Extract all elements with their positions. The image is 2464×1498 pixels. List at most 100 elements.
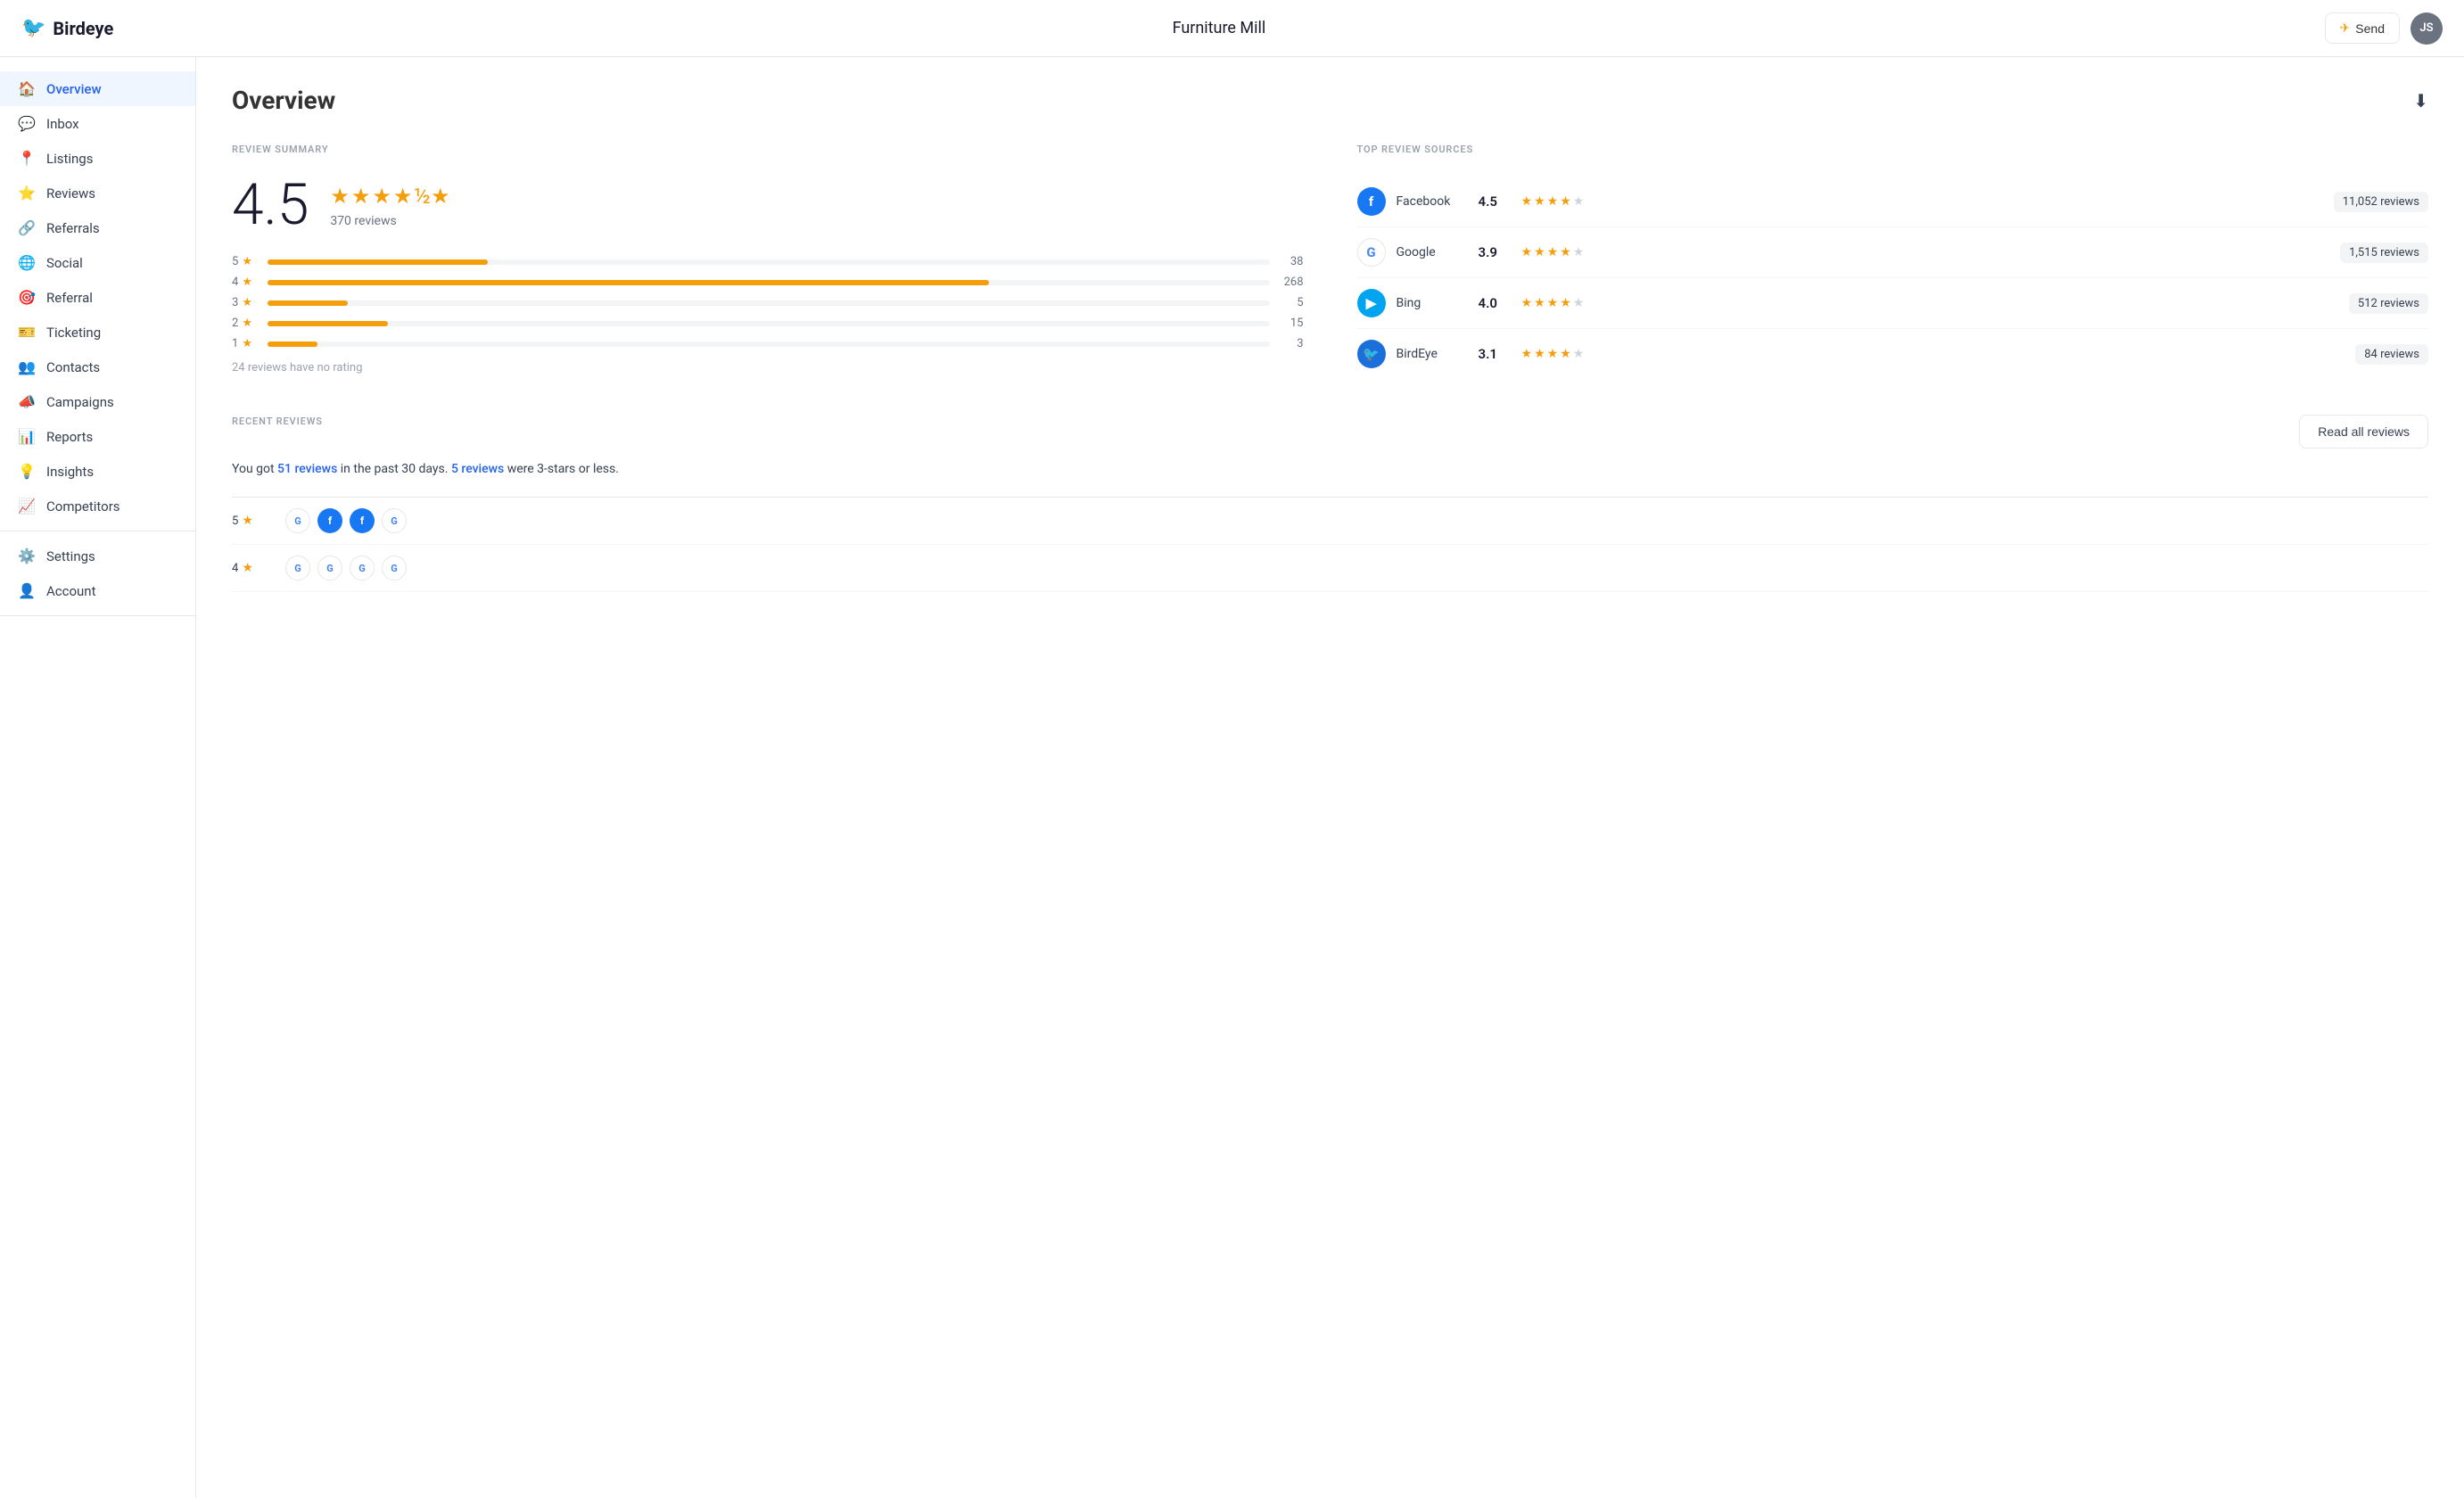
summary-suffix: were 3-stars or less. (504, 462, 619, 476)
rating-right: ★ ★ ★ ★ ½★ 370 reviews (330, 177, 449, 228)
bar-label-2: 2 ★ (232, 317, 260, 330)
page-title: Overview (232, 86, 335, 115)
sidebar-icon-insights: 💡 (18, 463, 36, 480)
chip-google: G (317, 556, 342, 580)
bar-row-3: 3 ★ 5 (232, 296, 1304, 309)
download-icon[interactable]: ⬇ (2413, 90, 2428, 111)
recent-reviews-section: RECENT REVIEWS Read all reviews You got … (232, 415, 2428, 592)
source-star-birdeye-2: ★ (1547, 347, 1559, 361)
source-review-count-birdeye: 84 reviews (2355, 344, 2428, 365)
review-summary-label: REVIEW SUMMARY (232, 144, 1304, 155)
body-layout: 🏠 Overview 💬 Inbox 📍 Listings ⭐ Reviews … (0, 57, 2464, 1498)
sidebar-icon-reports: 📊 (18, 428, 36, 445)
sidebar-item-settings[interactable]: ⚙️ Settings (0, 539, 195, 573)
birdeye-logo-icon: 🐦 (21, 17, 45, 39)
chip-google: G (350, 556, 375, 580)
source-logo-birdeye: 🐦 (1357, 340, 1386, 368)
sidebar-icon-campaigns: 📣 (18, 393, 36, 410)
timeline-star-col: 4 ★ (232, 561, 285, 575)
source-review-count-google: 1,515 reviews (2340, 243, 2428, 263)
main-content: Overview ⬇ REVIEW SUMMARY 4.5 ★ ★ ★ ★ ½★ (196, 57, 2464, 1498)
bar-label-4: 4 ★ (232, 276, 260, 289)
total-reviews-link[interactable]: 51 reviews (277, 462, 337, 476)
sidebar-icon-settings: ⚙️ (18, 547, 36, 564)
source-row-birdeye: 🐦 BirdEye 3.1 ★★★★★ 84 reviews (1357, 329, 2429, 379)
sidebar-item-listings[interactable]: 📍 Listings (0, 141, 195, 176)
chip-google: G (382, 508, 407, 533)
sidebar-label-referrals: Referrals (46, 220, 100, 236)
chip-facebook: f (350, 508, 375, 533)
timeline-star-col: 5 ★ (232, 514, 285, 528)
source-logo-bing: ▶ (1357, 289, 1386, 317)
source-star-google-2: ★ (1547, 245, 1559, 259)
bar-track-5 (268, 259, 1270, 265)
bar-count-4: 268 (1277, 276, 1304, 289)
review-count: 370 reviews (330, 214, 449, 228)
sidebar-icon-overview: 🏠 (18, 80, 36, 97)
source-stars-birdeye: ★★★★★ (1521, 347, 1602, 361)
logo-text: Birdeye (53, 18, 113, 39)
overall-stars: ★ ★ ★ ★ ½★ (330, 184, 449, 209)
source-star-birdeye-1: ★ (1534, 347, 1545, 361)
source-rating-birdeye: 3.1 (1479, 346, 1511, 362)
sidebar-item-referrals[interactable]: 🔗 Referrals (0, 210, 195, 245)
sidebar-item-overview[interactable]: 🏠 Overview (0, 71, 195, 106)
avatar[interactable]: JS (2410, 12, 2443, 45)
source-star-google-4: ★ (1573, 245, 1585, 259)
recent-reviews-summary: You got 51 reviews in the past 30 days. … (232, 459, 2428, 479)
logo-area: 🐦 Birdeye (21, 17, 113, 39)
read-all-reviews-button[interactable]: Read all reviews (2299, 415, 2428, 449)
source-star-bing-1: ★ (1534, 296, 1545, 310)
source-star-birdeye-4: ★ (1573, 347, 1585, 361)
sidebar-item-competitors[interactable]: 📈 Competitors (0, 489, 195, 523)
bar-count-1: 3 (1277, 337, 1304, 350)
sidebar-label-reviews: Reviews (46, 185, 95, 202)
bar-rows: 5 ★ 38 4 ★ 268 3 ★ 5 2 ★ 15 1 ★ (232, 255, 1304, 350)
sidebar-icon-contacts: 👥 (18, 358, 36, 375)
sidebar-item-reports[interactable]: 📊 Reports (0, 419, 195, 454)
timeline-star: ★ (242, 514, 253, 528)
low-reviews-link[interactable]: 5 reviews (451, 462, 504, 476)
sidebar-item-account[interactable]: 👤 Account (0, 573, 195, 608)
sidebar-icon-listings: 📍 (18, 150, 36, 167)
sidebar-label-listings: Listings (46, 151, 93, 167)
timeline-row-star-5: 5 ★ GffG (232, 498, 2428, 545)
bar-row-2: 2 ★ 15 (232, 317, 1304, 330)
sidebar-item-reviews[interactable]: ⭐ Reviews (0, 176, 195, 210)
source-star-birdeye-3: ★ (1560, 347, 1571, 361)
bar-fill-1 (268, 342, 317, 347)
source-stars-facebook: ★★★★★ (1521, 194, 1602, 209)
chip-google: G (382, 556, 407, 580)
source-stars-google: ★★★★★ (1521, 245, 1602, 259)
page-header: Overview ⬇ (232, 86, 2428, 115)
sidebar-icon-referrals: 🔗 (18, 219, 36, 236)
source-stars-bing: ★★★★★ (1521, 296, 1602, 310)
bar-label-3: 3 ★ (232, 296, 260, 309)
sidebar-item-inbox[interactable]: 💬 Inbox (0, 106, 195, 141)
source-rating-google: 3.9 (1479, 244, 1511, 260)
source-rating-facebook: 4.5 (1479, 193, 1511, 210)
sidebar-item-referral[interactable]: 🎯 Referral (0, 280, 195, 315)
send-button[interactable]: ✈ Send (2325, 12, 2400, 44)
send-label: Send (2355, 21, 2385, 36)
sidebar-item-insights[interactable]: 💡 Insights (0, 454, 195, 489)
source-star-bing-4: ★ (1573, 296, 1585, 310)
bar-count-5: 38 (1277, 255, 1304, 268)
sidebar-item-social[interactable]: 🌐 Social (0, 245, 195, 280)
bar-track-4 (268, 280, 1270, 285)
sidebar-item-ticketing[interactable]: 🎫 Ticketing (0, 315, 195, 350)
sidebar-icon-social: 🌐 (18, 254, 36, 271)
sidebar-label-reports: Reports (46, 429, 93, 445)
sidebar-icon-referral: 🎯 (18, 289, 36, 306)
sidebar-item-contacts[interactable]: 👥 Contacts (0, 350, 195, 384)
source-name-birdeye: BirdEye (1397, 347, 1468, 361)
star-4: ★ (393, 184, 413, 209)
source-name-google: Google (1397, 245, 1468, 259)
top-sources-label: TOP REVIEW SOURCES (1357, 144, 2429, 155)
sidebar-icon-account: 👤 (18, 582, 36, 599)
timeline-sources: GGGG (285, 556, 2428, 580)
sidebar-item-campaigns[interactable]: 📣 Campaigns (0, 384, 195, 419)
bar-row-5: 5 ★ 38 (232, 255, 1304, 268)
source-star-facebook-3: ★ (1560, 194, 1571, 209)
sidebar-label-referral: Referral (46, 290, 93, 306)
